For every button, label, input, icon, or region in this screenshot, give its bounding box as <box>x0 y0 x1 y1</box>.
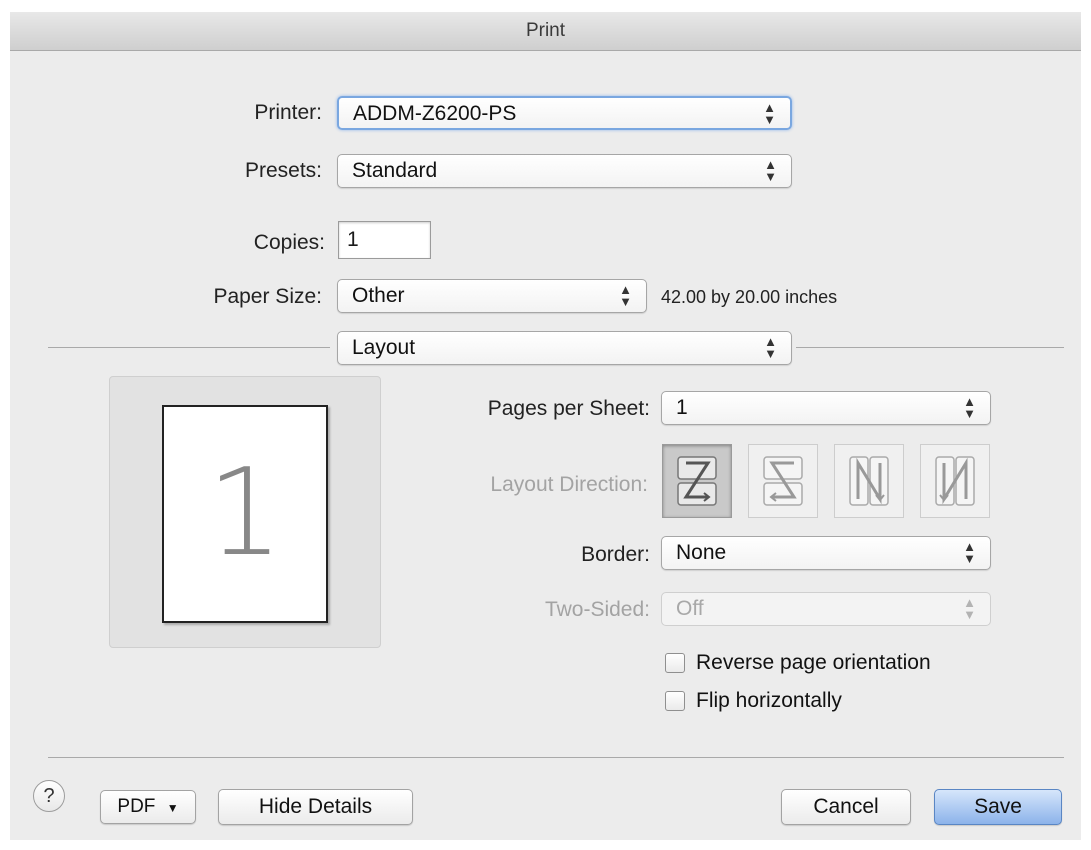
flip-horizontally-label[interactable]: Flip horizontally <box>696 689 842 713</box>
s-direction-icon <box>763 456 803 506</box>
layout-direction-n-button[interactable] <box>834 444 904 518</box>
presets-popup[interactable]: Standard ▲ ▼ <box>337 154 792 188</box>
z-direction-icon <box>677 456 717 506</box>
n-reverse-direction-icon <box>935 456 975 506</box>
help-button[interactable]: ? <box>33 780 65 812</box>
preview-page: 1 <box>162 405 328 623</box>
flip-horizontally-checkbox[interactable] <box>665 691 685 711</box>
paper-size-label: Paper Size: <box>213 285 322 308</box>
popup-arrows-icon: ▲ ▼ <box>963 595 976 622</box>
layout-direction-label: Layout Direction: <box>490 473 648 496</box>
printer-value: ADDM-Z6200-PS <box>353 102 517 125</box>
footer-separator <box>48 757 1064 758</box>
help-icon: ? <box>43 785 55 807</box>
layout-direction-s-button[interactable] <box>748 444 818 518</box>
printer-label: Printer: <box>254 101 322 124</box>
paper-size-value: Other <box>352 284 405 307</box>
layout-direction-z-button[interactable] <box>662 444 732 518</box>
printer-popup[interactable]: ADDM-Z6200-PS ▲ ▼ <box>337 96 792 130</box>
separator <box>796 347 1064 348</box>
two-sided-value: Off <box>676 597 704 620</box>
popup-arrows-icon: ▲ ▼ <box>764 157 777 184</box>
paper-dimensions: 42.00 by 20.00 inches <box>661 287 838 307</box>
paper-size-popup[interactable]: Other ▲ ▼ <box>337 279 647 313</box>
n-direction-icon <box>849 456 889 506</box>
pdf-label: PDF <box>117 796 156 817</box>
border-value: None <box>676 541 727 564</box>
popup-arrows-icon: ▲ ▼ <box>763 100 776 127</box>
chevron-down-icon: ▼ <box>166 801 179 815</box>
popup-arrows-icon: ▲ ▼ <box>963 539 976 566</box>
border-popup[interactable]: None ▲ ▼ <box>661 536 991 570</box>
popup-arrows-icon: ▲ ▼ <box>764 334 777 361</box>
layout-direction-n-reverse-button[interactable] <box>920 444 990 518</box>
section-value: Layout <box>352 336 416 359</box>
border-label: Border: <box>581 543 650 566</box>
reverse-orientation-label[interactable]: Reverse page orientation <box>696 651 931 675</box>
section-popup[interactable]: Layout ▲ ▼ <box>337 331 792 365</box>
page-preview: 1 <box>109 376 381 648</box>
cancel-button[interactable]: Cancel <box>781 789 911 825</box>
hide-details-button[interactable]: Hide Details <box>218 789 413 825</box>
presets-value: Standard <box>352 159 438 182</box>
popup-arrows-icon: ▲ ▼ <box>619 282 632 309</box>
reverse-orientation-checkbox[interactable] <box>665 653 685 673</box>
pages-per-sheet-value: 1 <box>676 396 688 419</box>
two-sided-popup[interactable]: Off ▲ ▼ <box>661 592 991 626</box>
separator <box>48 347 330 348</box>
pdf-menu-button[interactable]: PDF ▼ <box>100 790 196 824</box>
window-title: Print <box>10 12 1081 51</box>
copies-field[interactable]: 1 <box>338 221 431 259</box>
pages-per-sheet-popup[interactable]: 1 ▲ ▼ <box>661 391 991 425</box>
copies-label: Copies: <box>253 231 325 254</box>
popup-arrows-icon: ▲ ▼ <box>963 394 976 421</box>
save-button[interactable]: Save <box>934 789 1062 825</box>
two-sided-label: Two-Sided: <box>544 598 650 621</box>
presets-label: Presets: <box>244 159 322 182</box>
pages-per-sheet-label: Pages per Sheet: <box>487 397 650 420</box>
